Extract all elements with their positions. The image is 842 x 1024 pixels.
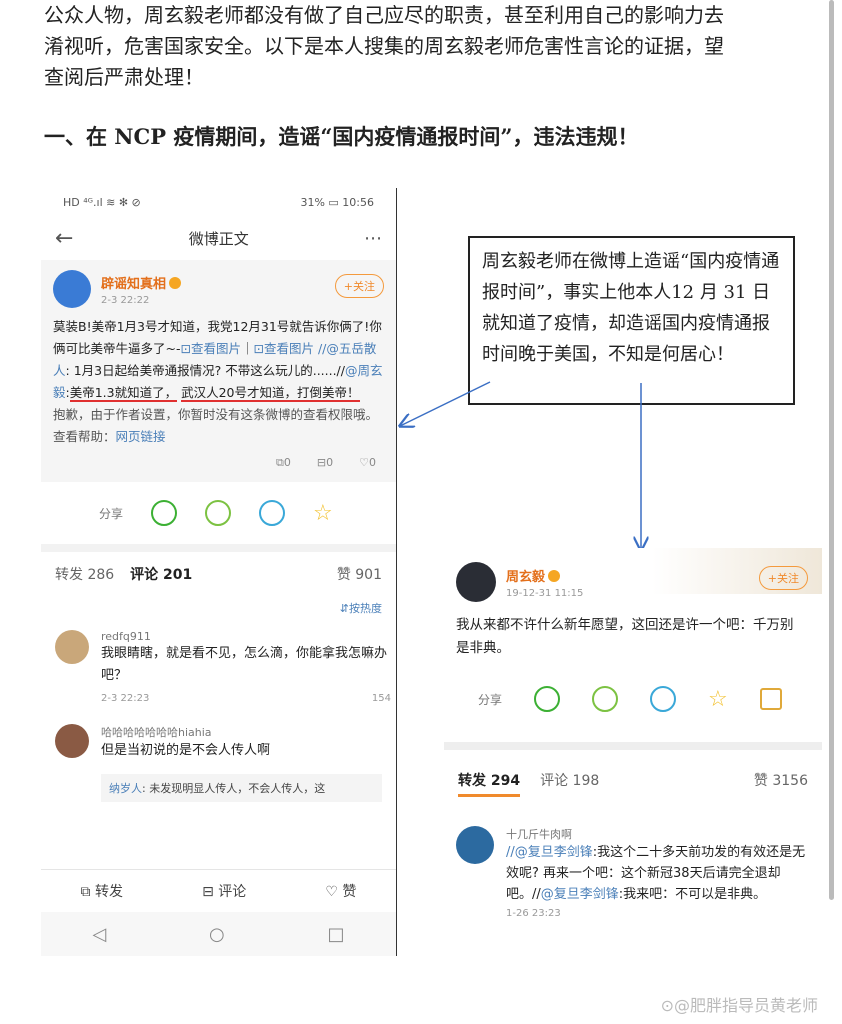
post-username[interactable]: 周玄毅 bbox=[506, 570, 545, 585]
moments-icon[interactable] bbox=[592, 686, 619, 712]
avatar[interactable] bbox=[456, 562, 496, 602]
mention-link[interactable]: @复旦李剑锋 bbox=[541, 887, 619, 902]
arrow-to-left-post bbox=[400, 381, 491, 426]
tab-comments[interactable]: 评论 198 bbox=[540, 770, 599, 797]
wechat-icon[interactable] bbox=[534, 686, 561, 712]
tab-likes[interactable]: 赞 3156 bbox=[754, 770, 808, 797]
qq-icon[interactable] bbox=[650, 686, 677, 712]
image-share-icon[interactable] bbox=[759, 688, 782, 710]
watermark: ⊙@肥胖指导员黄老师 bbox=[660, 996, 818, 1015]
repost-text: //@复旦李剑锋:我这个二十多天前功发的有效还是无效呢? 再来一个吧：这个新冠3… bbox=[506, 842, 816, 905]
share-row: 分享 ☆ bbox=[478, 686, 782, 712]
repost-username[interactable]: 十几斤牛肉啊 bbox=[506, 826, 816, 842]
avatar[interactable] bbox=[456, 826, 494, 864]
repost-item: 十几斤牛肉啊 //@复旦李剑锋:我这个二十多天前功发的有效还是无效呢? 再来一个… bbox=[456, 826, 816, 919]
tab-repost[interactable]: 转发 294 bbox=[458, 770, 521, 797]
post-tabs: 转发 294 评论 198 赞 3156 bbox=[458, 770, 808, 797]
post-time: 19-12-31 11:15 bbox=[506, 587, 584, 599]
repost-time: 1-26 23:23 bbox=[506, 908, 561, 919]
share-label: 分享 bbox=[478, 692, 503, 707]
mention-link[interactable]: @复旦李剑锋 bbox=[515, 845, 593, 860]
qzone-star-icon[interactable]: ☆ bbox=[708, 687, 728, 712]
post-header: 周玄毅 19-12-31 11:15 bbox=[456, 562, 583, 602]
separator bbox=[444, 742, 822, 750]
weibo-screenshot-right: 周玄毅 19-12-31 11:15 +关注 我从来都不许什么新年愿望，这回还是… bbox=[444, 548, 822, 740]
verified-badge-icon bbox=[548, 570, 561, 582]
post-text: 我从来都不许什么新年愿望，这回还是许一个吧：千万别是非典。 bbox=[456, 617, 794, 656]
repost-slash: // bbox=[506, 845, 515, 860]
follow-button[interactable]: +关注 bbox=[758, 566, 808, 590]
repost-body: :我来吧：不可以是非典。 bbox=[618, 887, 767, 902]
